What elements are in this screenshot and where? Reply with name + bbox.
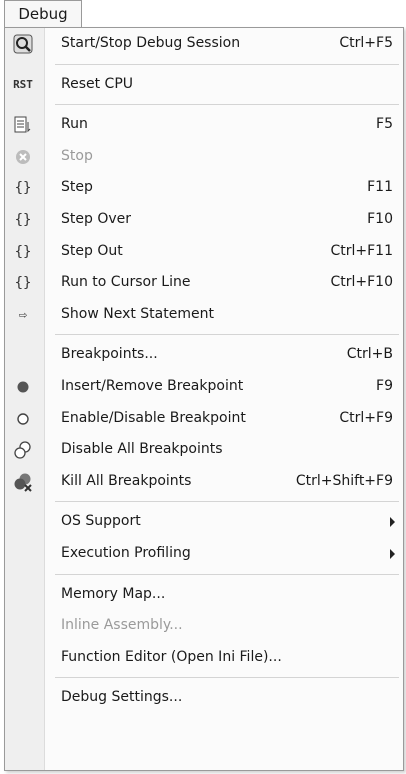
menu-item-reset-cpu[interactable]: RST Reset CPU	[5, 69, 403, 101]
stop-icon	[10, 146, 36, 168]
menu-item-label: Reset CPU	[61, 75, 134, 92]
menu-item-shortcut: Ctrl+F9	[339, 409, 393, 426]
menu-item-run[interactable]: Run F5	[5, 109, 403, 141]
disable-all-breakpoints-icon	[10, 439, 36, 461]
menu-item-label: Kill All Breakpoints	[61, 472, 192, 489]
submenu-arrow-icon	[390, 517, 395, 528]
kill-all-breakpoints-icon	[10, 471, 36, 493]
step-out-icon: {}	[14, 243, 32, 260]
menu-item-label: Enable/Disable Breakpoint	[61, 409, 246, 426]
menu-item-label: Function Editor (Open Ini File)...	[61, 648, 282, 665]
menu-item-shortcut: F9	[376, 377, 393, 394]
menu-separator	[5, 497, 403, 506]
menu-item-shortcut: F5	[376, 116, 393, 133]
step-icon: {}	[14, 180, 32, 197]
menu-item-shortcut: F10	[367, 210, 393, 227]
menu-item-label: Insert/Remove Breakpoint	[61, 377, 244, 394]
show-next-statement-icon: ⇨	[18, 306, 28, 323]
debug-dropdown-menu: Start/Stop Debug Session Ctrl+F5 RST Res…	[4, 27, 404, 771]
menu-separator	[5, 100, 403, 109]
menu-item-enable-disable-breakpoint[interactable]: Enable/Disable Breakpoint Ctrl+F9	[5, 403, 403, 435]
submenu-arrow-icon	[390, 548, 395, 559]
menu-item-os-support[interactable]: OS Support	[5, 506, 403, 538]
menu-item-function-editor[interactable]: Function Editor (Open Ini File)...	[5, 642, 403, 674]
menu-separator	[5, 60, 403, 69]
menu-item-label: Stop	[61, 147, 93, 164]
menu-separator	[5, 570, 403, 579]
breakpoint-hollow-icon	[10, 408, 36, 430]
menu-list: Start/Stop Debug Session Ctrl+F5 RST Res…	[5, 28, 403, 714]
menu-item-step-out[interactable]: {} Step Out Ctrl+F11	[5, 236, 403, 268]
menu-item-debug-settings[interactable]: Debug Settings...	[5, 682, 403, 714]
run-to-cursor-icon: {}	[14, 275, 32, 292]
debug-session-icon	[10, 33, 36, 55]
menu-item-label: Execution Profiling	[61, 544, 191, 561]
step-over-icon: {}	[14, 211, 32, 228]
menu-item-label: Step	[61, 179, 93, 196]
menu-item-shortcut: Ctrl+B	[346, 346, 393, 363]
menu-item-disable-all-breakpoints[interactable]: Disable All Breakpoints	[5, 434, 403, 466]
menu-item-label: Run	[61, 116, 88, 133]
menu-item-step-over[interactable]: {} Step Over F10	[5, 204, 403, 236]
menu-item-start-stop-debug-session[interactable]: Start/Stop Debug Session Ctrl+F5	[5, 28, 403, 60]
menu-item-label: Start/Stop Debug Session	[61, 35, 241, 51]
menu-item-label: Memory Map...	[61, 585, 166, 602]
menu-item-insert-remove-breakpoint[interactable]: Insert/Remove Breakpoint F9	[5, 371, 403, 403]
menu-separator	[5, 673, 403, 682]
menu-item-label: Run to Cursor Line	[61, 274, 191, 291]
menu-item-show-next-statement[interactable]: ⇨ Show Next Statement	[5, 299, 403, 331]
menu-item-stop[interactable]: Stop	[5, 141, 403, 173]
debug-menu-title[interactable]: Debug	[4, 0, 82, 28]
run-icon	[10, 114, 36, 136]
menu-item-label: OS Support	[61, 513, 141, 530]
menu-item-label: Debug Settings...	[61, 689, 183, 706]
menu-item-label: Step Over	[61, 210, 131, 227]
menu-separator	[5, 330, 403, 339]
menu-item-shortcut: F11	[367, 179, 393, 196]
menu-item-label: Step Out	[61, 242, 123, 259]
menu-item-label: Inline Assembly...	[61, 617, 183, 634]
menu-item-shortcut: Ctrl+F5	[339, 35, 393, 51]
menu-item-label: Breakpoints...	[61, 346, 158, 363]
menu-item-memory-map[interactable]: Memory Map...	[5, 579, 403, 611]
menu-item-inline-assembly[interactable]: Inline Assembly...	[5, 610, 403, 642]
menu-item-label: Show Next Statement	[61, 305, 214, 322]
menu-item-execution-profiling[interactable]: Execution Profiling	[5, 538, 403, 570]
menu-item-run-to-cursor-line[interactable]: {} Run to Cursor Line Ctrl+F10	[5, 267, 403, 299]
menu-item-kill-all-breakpoints[interactable]: Kill All Breakpoints Ctrl+Shift+F9	[5, 466, 403, 498]
menu-item-step[interactable]: {} Step F11	[5, 172, 403, 204]
breakpoint-filled-icon	[10, 376, 36, 398]
menu-item-label: Disable All Breakpoints	[61, 441, 223, 458]
menu-item-shortcut: Ctrl+F11	[330, 242, 393, 259]
menu-bar: Debug	[0, 0, 406, 28]
reset-cpu-icon: RST	[13, 77, 33, 91]
menu-item-shortcut: Ctrl+F10	[330, 274, 393, 291]
menu-item-shortcut: Ctrl+Shift+F9	[295, 472, 393, 489]
menu-item-breakpoints[interactable]: Breakpoints... Ctrl+B	[5, 339, 403, 371]
